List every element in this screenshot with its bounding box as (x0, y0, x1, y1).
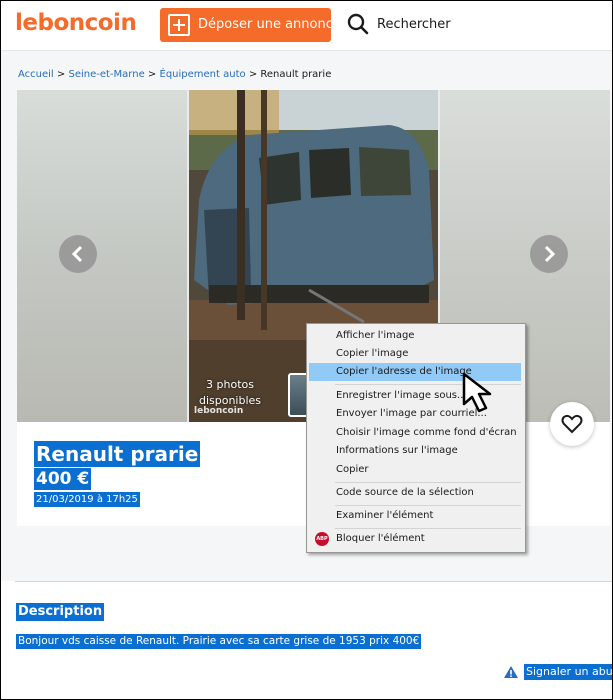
search-icon (347, 13, 369, 35)
menu-item-set-background[interactable]: Choisir l'image comme fond d'écran (309, 424, 521, 442)
photo-count-number: 3 photos (206, 378, 254, 391)
heart-icon (561, 414, 583, 434)
ad-date: 21/03/2019 à 17h25 (34, 492, 140, 507)
mouse-pointer-icon (462, 372, 492, 413)
next-photo-button[interactable] (530, 235, 568, 273)
plus-square-icon (168, 14, 190, 36)
gallery-blur-left (17, 90, 187, 422)
chevron-left-icon (71, 245, 83, 263)
menu-item-block-element[interactable]: ABP Bloquer l'élément (309, 530, 521, 548)
menu-item-copy-image[interactable]: Copier l'image (309, 345, 521, 363)
breadcrumb-category[interactable]: Équipement auto (160, 69, 246, 80)
ad-title: Renault prarie (34, 441, 201, 467)
menu-item-label: Copier l'image (336, 348, 409, 359)
menu-item-label: Choisir l'image comme fond d'écran (336, 427, 517, 438)
description-heading: Description (16, 603, 105, 621)
menu-item-label: Bloquer l'élément (336, 533, 425, 544)
menu-item-label: Enregistrer l'image sous... (336, 390, 467, 401)
menu-separator (335, 482, 521, 483)
site-header: leboncoin Déposer une annonce Rechercher (1, 1, 612, 51)
menu-item-label: Code source de la sélection (336, 487, 474, 498)
breadcrumb-region[interactable]: Seine-et-Marne (68, 69, 144, 80)
leboncoin-logo[interactable]: leboncoin (15, 10, 137, 36)
post-ad-label: Déposer une annonce (198, 17, 341, 32)
browser-viewport: leboncoin Déposer une annonce Rechercher… (0, 0, 613, 700)
breadcrumb-separator: > (248, 69, 258, 80)
adblock-plus-icon: ABP (315, 532, 329, 546)
breadcrumb: Accueil > Seine-et-Marne > Équipement au… (18, 69, 331, 80)
menu-separator (335, 505, 521, 506)
menu-item-label: Afficher l'image (336, 330, 415, 341)
menu-item-label: Copier l'adresse de l'image (336, 366, 472, 377)
warning-icon (504, 666, 518, 678)
menu-separator (335, 528, 521, 529)
menu-item-label: Copier (336, 464, 369, 475)
section-divider (15, 581, 612, 582)
context-menu: Afficher l'image Copier l'image Copier l… (306, 323, 526, 553)
breadcrumb-current: Renault prarie (260, 69, 332, 80)
search-label: Rechercher (377, 17, 451, 32)
post-ad-button[interactable]: Déposer une annonce (160, 8, 341, 42)
menu-item-label: Informations sur l'image (336, 445, 458, 456)
favorite-button[interactable] (550, 402, 594, 446)
menu-item-view-selection-source[interactable]: Code source de la sélection (309, 484, 521, 502)
menu-item-image-info[interactable]: Informations sur l'image (309, 442, 521, 460)
menu-item-inspect-element[interactable]: Examiner l'élément (309, 507, 521, 525)
menu-item-label: Examiner l'élément (336, 510, 434, 521)
menu-item-copy[interactable]: Copier (309, 461, 521, 479)
chevron-right-icon (544, 245, 556, 263)
previous-photo-button[interactable] (59, 235, 97, 273)
report-abuse-label: Signaler un abus (524, 664, 612, 680)
description-text: Bonjour vds caisse de Renault. Prairie a… (16, 634, 422, 649)
breadcrumb-home[interactable]: Accueil (18, 69, 54, 80)
menu-item-view-image[interactable]: Afficher l'image (309, 327, 521, 345)
photo-watermark: leboncoin (194, 406, 244, 416)
breadcrumb-separator: > (147, 69, 157, 80)
photo-count: 3 photos disponibles (195, 377, 265, 409)
ad-price: 400 € (34, 468, 92, 490)
breadcrumb-separator: > (56, 69, 66, 80)
